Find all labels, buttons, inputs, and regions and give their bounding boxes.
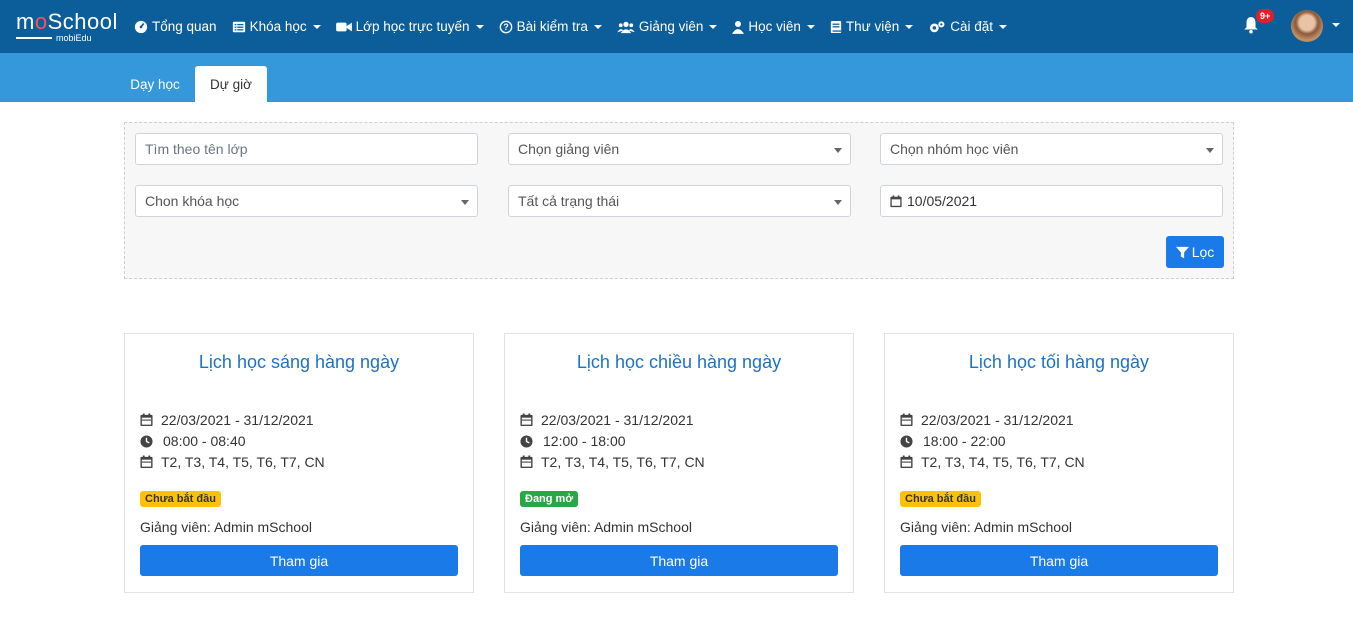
card-title[interactable]: Lịch học sáng hàng ngày: [125, 352, 473, 373]
dropdown-arrow-icon: [834, 148, 842, 153]
card-teacher: Giảng viên: Admin mSchool: [900, 519, 1072, 535]
schedule-card: Lịch học chiều hàng ngày 22/03/2021 - 31…: [504, 333, 854, 593]
status-select-value: Tất cả trạng thái: [518, 193, 620, 209]
main-menu: Tổng quan Khóa học Lớp học trực tuyến ? …: [134, 0, 1022, 53]
schedule-card: Lịch học tối hàng ngày 22/03/2021 - 31/1…: [884, 333, 1234, 593]
mschool-logo[interactable]: moSchool mobiEdu: [16, 9, 117, 43]
clock-icon: [900, 434, 913, 448]
nav-tests-label: Bài kiểm tra: [516, 19, 588, 34]
clock-icon: [520, 434, 533, 448]
chevron-down-icon: [806, 24, 815, 29]
notification-badge: 9+: [1256, 9, 1275, 23]
join-button[interactable]: Tham gia: [900, 545, 1218, 576]
dropdown-arrow-icon: [834, 200, 842, 205]
calendar-icon: [140, 455, 153, 469]
chevron-down-icon: [475, 24, 484, 29]
status-badge: Chưa bắt đầu: [900, 491, 981, 507]
chevron-down-icon: [999, 24, 1008, 29]
list-icon: [232, 21, 245, 32]
users-icon: [617, 21, 635, 33]
calendar-icon: [900, 455, 913, 469]
calendar-icon: [900, 413, 913, 427]
card-days: T2, T3, T4, T5, T6, T7, CN: [140, 454, 325, 470]
video-icon: [335, 22, 352, 31]
student-group-select[interactable]: Chọn nhóm học viên: [880, 133, 1223, 165]
logo-text: moSchool: [16, 9, 118, 34]
card-date-range: 22/03/2021 - 31/12/2021: [900, 412, 1074, 428]
avatar[interactable]: [1291, 10, 1323, 42]
nav-courses-label: Khóa học: [249, 19, 307, 34]
top-navbar: moSchool mobiEdu Tổng quan Khóa học Lớp …: [0, 0, 1353, 53]
student-group-select-value: Chọn nhóm học viên: [890, 141, 1019, 157]
nav-settings-label: Cài đặt: [950, 19, 994, 34]
logo-subtext: mobiEdu: [56, 33, 92, 43]
dropdown-arrow-icon: [461, 200, 469, 205]
card-teacher: Giảng viên: Admin mSchool: [140, 519, 312, 535]
clock-icon: [140, 434, 153, 448]
chevron-down-icon: [312, 24, 321, 29]
calendar-icon: [520, 413, 533, 427]
status-select[interactable]: Tất cả trạng thái: [508, 185, 851, 217]
dashboard-icon: [134, 20, 148, 33]
card-date-range: 22/03/2021 - 31/12/2021: [520, 412, 694, 428]
nav-online-classes-label: Lớp học trực tuyến: [355, 19, 470, 34]
schedule-card: Lịch học sáng hàng ngày 22/03/2021 - 31/…: [124, 333, 474, 593]
filter-icon: [1175, 246, 1189, 258]
tab-observing[interactable]: Dự giờ: [195, 66, 267, 102]
nav-overview[interactable]: Tổng quan: [134, 19, 217, 34]
nav-tests[interactable]: ? Bài kiểm tra: [499, 19, 602, 34]
class-name-search-input[interactable]: [135, 133, 478, 165]
chevron-down-icon[interactable]: [1332, 23, 1340, 27]
calendar-icon: [520, 455, 533, 469]
nav-online-classes[interactable]: Lớp học trực tuyến: [335, 19, 484, 34]
nav-teachers-label: Giảng viên: [638, 19, 704, 34]
chevron-down-icon: [709, 24, 718, 29]
card-date-range: 22/03/2021 - 31/12/2021: [140, 412, 314, 428]
card-time: 18:00 - 22:00: [900, 433, 1006, 449]
card-time: 08:00 - 08:40: [140, 433, 246, 449]
calendar-icon: [890, 195, 902, 207]
nav-students-label: Học viên: [748, 19, 801, 34]
nav-students[interactable]: Học viên: [732, 19, 815, 34]
status-badge: Đang mở: [520, 491, 579, 507]
tab-bar: Dạy học Dự giờ: [0, 53, 1353, 102]
svg-text:?: ?: [503, 22, 508, 32]
card-days: T2, T3, T4, T5, T6, T7, CN: [520, 454, 705, 470]
calendar-icon: [140, 413, 153, 427]
gears-icon: [930, 20, 945, 32]
teacher-select[interactable]: Chọn giảng viên: [508, 133, 851, 165]
card-time: 12:00 - 18:00: [520, 433, 626, 449]
nav-settings[interactable]: Cài đặt: [928, 19, 1008, 34]
nav-overview-label: Tổng quan: [152, 19, 217, 34]
card-teacher: Giảng viên: Admin mSchool: [520, 519, 692, 535]
date-picker[interactable]: 10/05/2021: [880, 185, 1223, 217]
card-title[interactable]: Lịch học chiều hàng ngày: [505, 352, 853, 373]
nav-library[interactable]: Thư viện: [830, 19, 914, 34]
chevron-down-icon: [905, 24, 914, 29]
nav-teachers[interactable]: Giảng viên: [617, 19, 718, 34]
teacher-select-value: Chọn giảng viên: [518, 141, 620, 157]
status-badge: Chưa bắt đầu: [140, 491, 221, 507]
filter-button[interactable]: Lọc: [1166, 236, 1224, 268]
nav-library-label: Thư viện: [845, 19, 900, 34]
join-button[interactable]: Tham gia: [520, 545, 838, 576]
card-title[interactable]: Lịch học tối hàng ngày: [885, 352, 1233, 373]
question-icon: ?: [499, 20, 512, 33]
card-days: T2, T3, T4, T5, T6, T7, CN: [900, 454, 1085, 470]
date-value: 10/05/2021: [907, 193, 978, 209]
nav-courses[interactable]: Khóa học: [232, 19, 321, 34]
user-icon: [732, 20, 745, 34]
join-button[interactable]: Tham gia: [140, 545, 458, 576]
filter-button-label: Lọc: [1191, 244, 1215, 260]
course-select-value: Chon khóa học: [145, 193, 240, 209]
filter-panel: Chọn giảng viên Chọn nhóm học viên Chon …: [124, 122, 1234, 279]
class-name-search-field[interactable]: [145, 141, 477, 157]
dropdown-arrow-icon: [1206, 148, 1214, 153]
course-select[interactable]: Chon khóa học: [135, 185, 478, 217]
book-icon: [830, 20, 842, 33]
logo-underline: [16, 37, 52, 39]
chevron-down-icon: [593, 24, 602, 29]
tab-teaching[interactable]: Dạy học: [119, 66, 191, 102]
